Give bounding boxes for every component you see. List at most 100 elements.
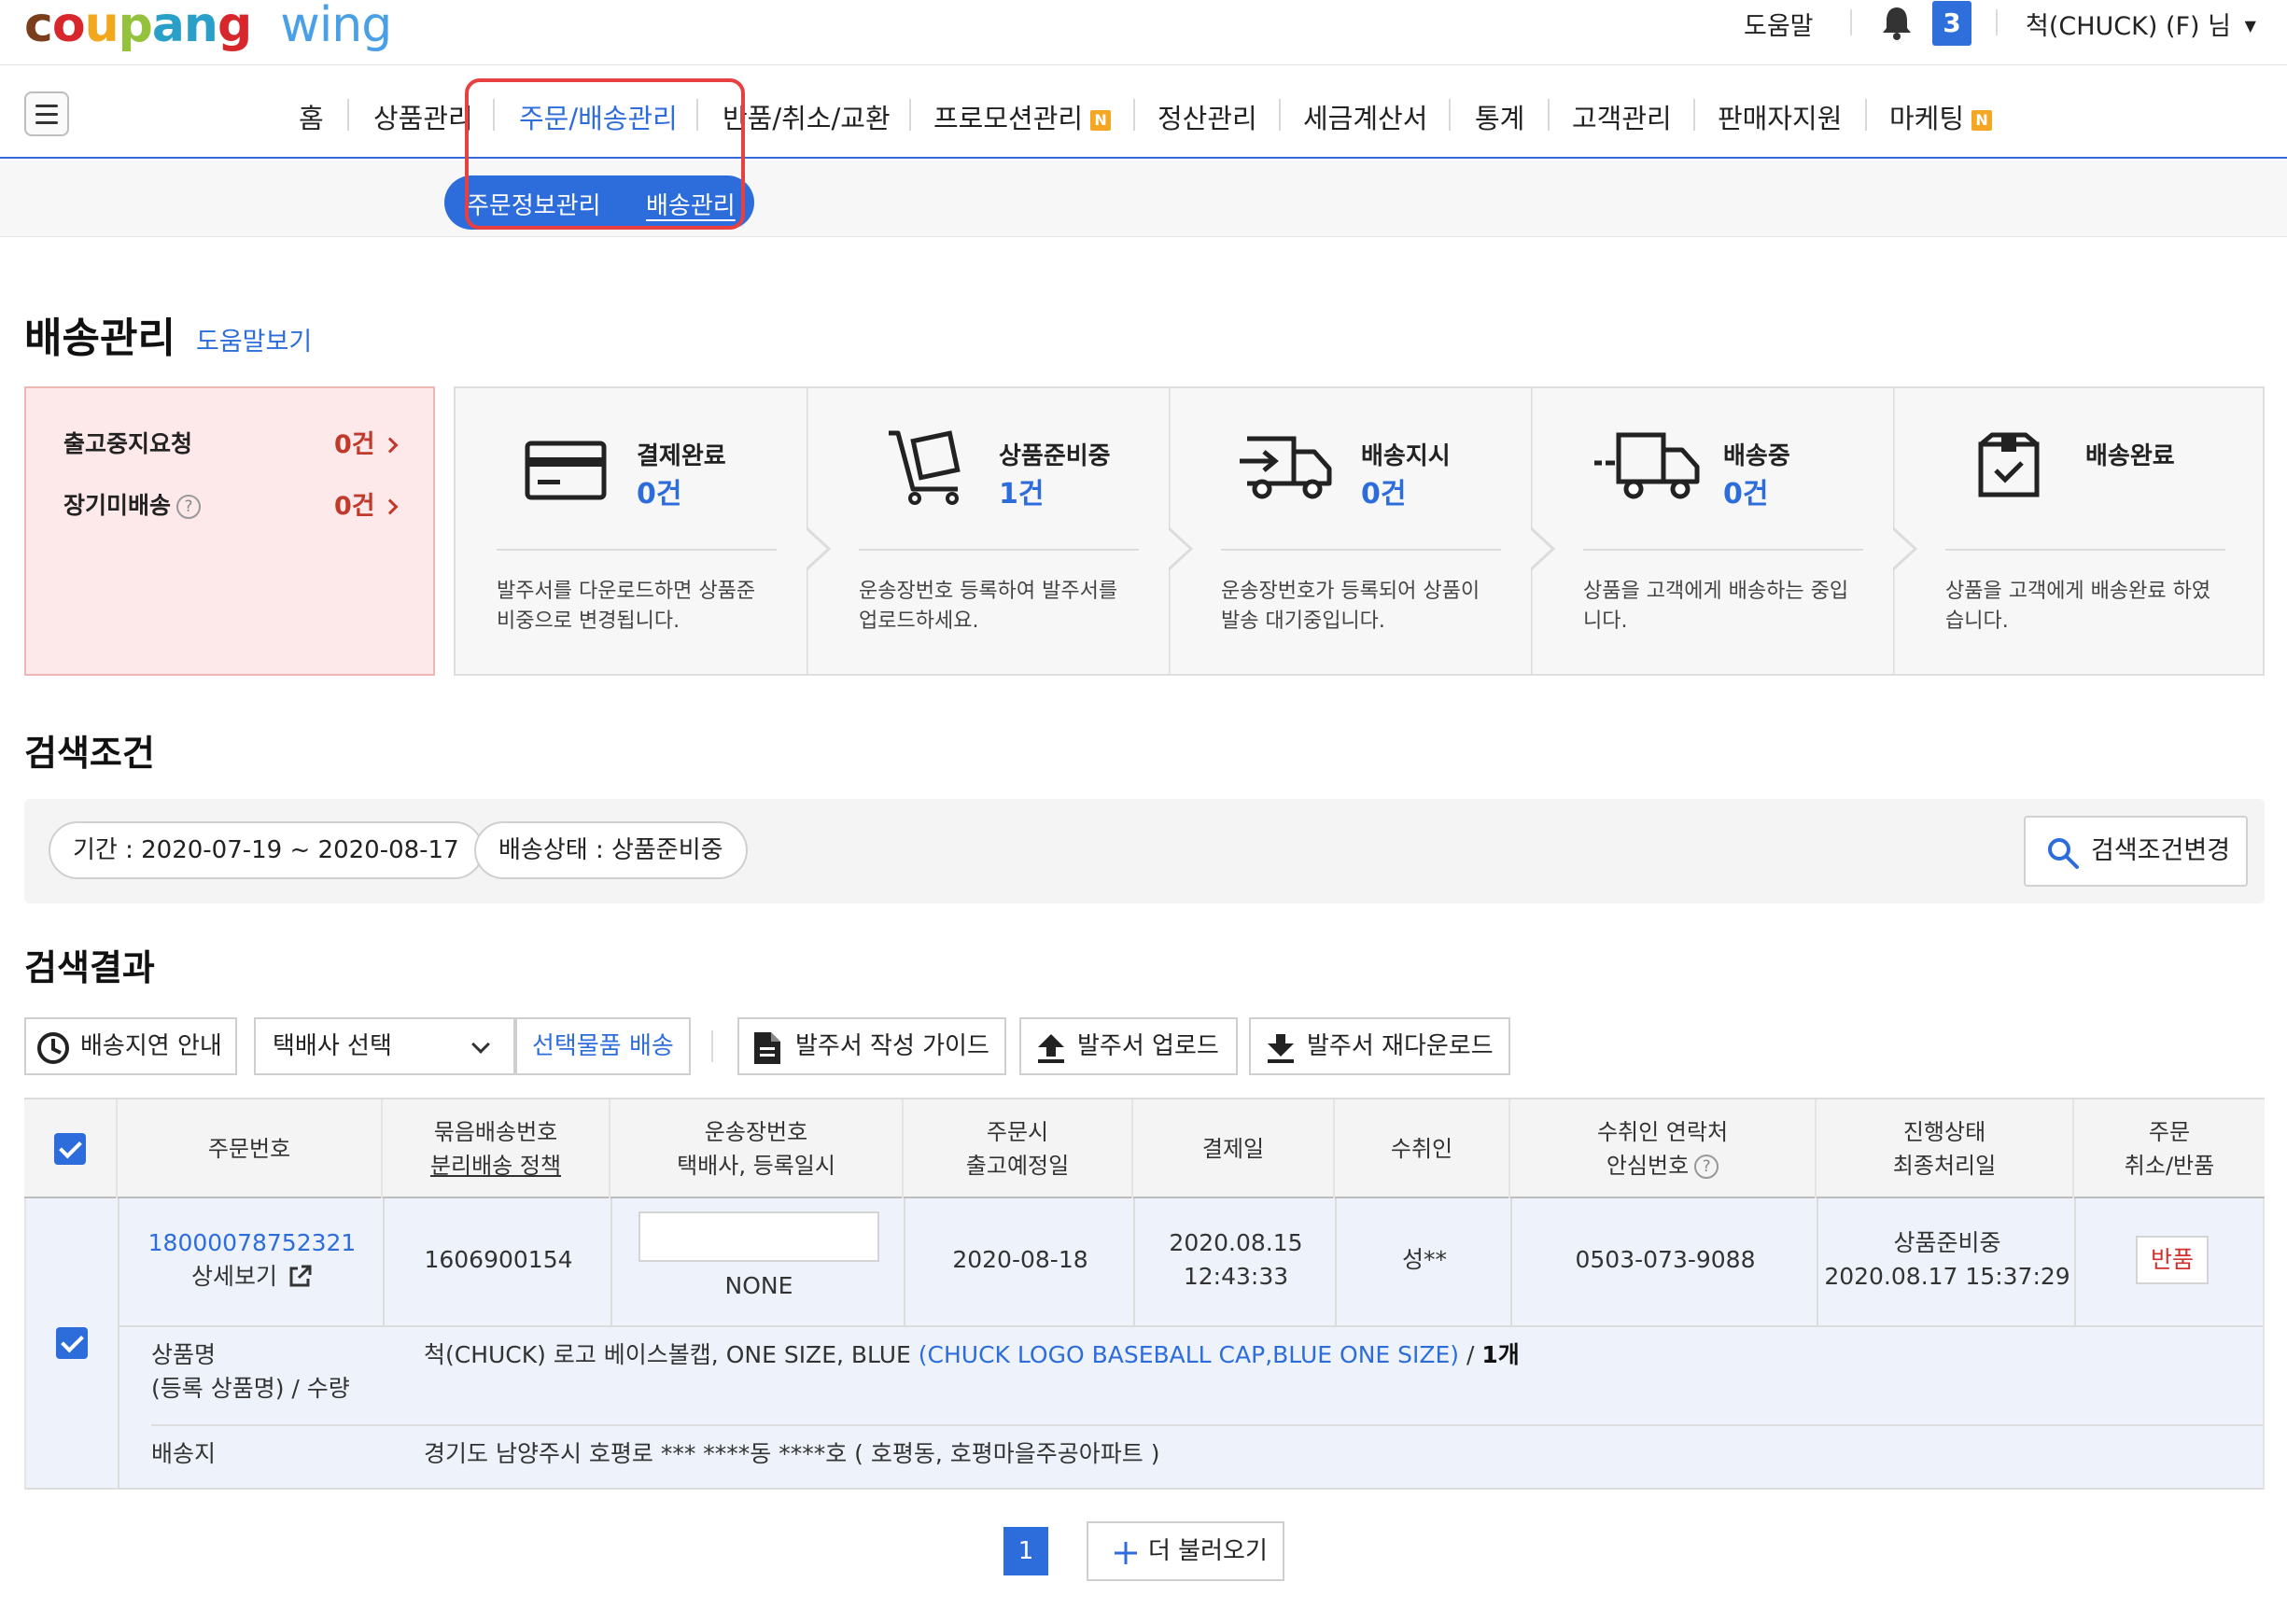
col-label: 진행상태 (1902, 1119, 1986, 1145)
alert-count-link[interactable]: 0건 (334, 485, 399, 522)
status-desc: 발주서를 다운로드하면 상품준 비중으로 변경됩니다. (497, 577, 755, 637)
status-desc: 운송장번호 등록하여 발주서를업로드하세요. (859, 577, 1117, 637)
new-badge: N (1971, 110, 1993, 131)
tracking-number-input[interactable] (638, 1211, 879, 1262)
product-quantity: 1개 (1481, 1341, 1520, 1368)
nav-tax-invoice[interactable]: 세금계산서 (1303, 97, 1427, 136)
help-icon[interactable]: ? (1694, 1155, 1719, 1179)
change-search-button[interactable]: 검색조건변경 (2024, 816, 2248, 887)
address-value: 경기도 남양주시 호평로 *** ****동 ****호 ( 호평동, 호평마을… (424, 1440, 1160, 1467)
return-button[interactable]: 반품 (2136, 1236, 2209, 1284)
search-conditions: 기간 : 2020-07-19 ~ 2020-08-17 배송상태 : 상품준비… (24, 799, 2265, 903)
plus-icon (1115, 1542, 1137, 1564)
divider (1850, 9, 1852, 35)
row-checkbox[interactable] (56, 1327, 88, 1359)
redownload-button[interactable]: 발주서 재다운로드 (1249, 1017, 1510, 1075)
status-title: 배송중 (1723, 442, 1790, 470)
nav-customer[interactable]: 고객관리 (1572, 97, 1672, 136)
desc-line: 비중으로 변경됩니다. (497, 609, 680, 633)
product-label-line: 상품명 (151, 1341, 217, 1368)
col-ship-date: 주문시출고예정일 (904, 1099, 1133, 1198)
delay-notice-button[interactable]: 배송지연 안내 (24, 1017, 237, 1075)
guide-button[interactable]: 발주서 작성 가이드 (737, 1017, 1006, 1075)
nav-statistics[interactable]: 통계 (1475, 97, 1524, 136)
redownload-label: 발주서 재다운로드 (1307, 1032, 1494, 1060)
truck-arrow-icon (1240, 436, 1332, 499)
product-label: 상품명 (등록 상품명) / 수량 (151, 1338, 350, 1406)
col-paid-date: 결제일 (1133, 1099, 1335, 1198)
page-title: 배송관리 (24, 315, 175, 362)
upload-button[interactable]: 발주서 업로드 (1019, 1017, 1238, 1075)
user-menu[interactable]: 척(CHUCK) (F) 님 ▼ (2026, 6, 2256, 42)
courier-select[interactable]: 택배사 선택 (254, 1017, 515, 1075)
select-all-checkbox[interactable] (54, 1133, 86, 1165)
help-icon[interactable]: ? (176, 495, 202, 519)
notification-badge[interactable]: 3 (1932, 1, 1971, 46)
status-desc: 운송장번호가 등록되어 상품이 발송 대기중입니다. (1221, 577, 1480, 637)
nav-home[interactable]: 홈 (299, 97, 324, 136)
menu-icon[interactable] (24, 91, 69, 136)
load-more-button[interactable]: 더 불러오기 (1087, 1521, 1284, 1581)
product-registered-name[interactable]: (CHUCK LOGO BASEBALL CAP,BLUE ONE SIZE) (919, 1341, 1459, 1368)
col-status: 진행상태 최종처리일 (1817, 1099, 2074, 1198)
desc-line: 니다. (1583, 609, 1628, 633)
courier-select-value: 택배사 선택 (273, 1032, 392, 1060)
bell-icon[interactable] (1880, 4, 1914, 41)
detail-link-label: 상세보기 (191, 1263, 278, 1290)
status-step[interactable]: 결제완료 0건 발주서를 다운로드하면 상품준 비중으로 변경됩니다. (456, 388, 818, 674)
search-icon (2048, 838, 2079, 869)
paid-date: 2020.08.15 (1169, 1229, 1303, 1256)
guide-label: 발주서 작성 가이드 (795, 1032, 989, 1060)
order-number-link[interactable]: 18000078752321 (119, 1226, 385, 1260)
col-label: 출고예정일 (965, 1153, 1070, 1179)
status-cell: 상품준비중 2020.08.17 15:37:29 (1818, 1226, 2076, 1294)
col-label: 취소/반품 (2124, 1153, 2215, 1179)
desc-line: 업로드하세요. (859, 609, 979, 633)
split-shipping-policy-link[interactable]: 분리배송 정책 (383, 1149, 609, 1183)
status-count: 0건 (1361, 478, 1407, 511)
col-label: 수취인 (1390, 1136, 1453, 1162)
status-date: 2020.08.17 15:37:29 (1824, 1263, 2070, 1290)
col-label: 결제일 (1201, 1136, 1265, 1162)
box-check-icon (1978, 432, 2040, 497)
status-step[interactable]: 배송중 0건 상품을 고객에게 배송하는 중입 니다. (1542, 388, 1904, 674)
status-chip[interactable]: 배송상태 : 상품준비중 (474, 821, 748, 879)
nav-settlement[interactable]: 정산관리 (1158, 97, 1257, 136)
results-section-title: 검색결과 (24, 947, 155, 988)
top-header: coupang wing 도움말 3 척(CHUCK) (F) 님 ▼ (0, 0, 2287, 65)
nav-returns[interactable]: 반품/취소/교환 (723, 97, 891, 136)
coupang-wing-logo[interactable]: coupang wing (24, 0, 392, 58)
address-label: 배송지 (151, 1440, 217, 1467)
page-number-current[interactable]: 1 (1003, 1527, 1048, 1575)
paid-time: 12:43:33 (1183, 1263, 1289, 1290)
desc-line: 운송장번호 등록하여 발주서를 (859, 580, 1118, 603)
status-step[interactable]: 배송지시 0건 운송장번호가 등록되어 상품이 발송 대기중입니다. (1180, 388, 1542, 674)
table-header: 주문번호 묶음배송번호 분리배송 정책 운송장번호 택배사, 등록일시 주문시 출고예… (24, 1098, 2265, 1198)
ship-date: 2020-08-18 (952, 1246, 1088, 1273)
col-recipient: 수취인 (1335, 1099, 1510, 1198)
courier-value: NONE (724, 1272, 793, 1299)
status-title: 결제완료 (637, 442, 726, 470)
ship-selected-button[interactable]: 선택물품 배송 (515, 1017, 691, 1075)
nav-promotion[interactable]: 프로모션관리 N (933, 97, 1112, 136)
highlight-annotation (465, 78, 745, 230)
new-badge: N (1090, 110, 1112, 131)
upload-icon (1038, 1034, 1064, 1063)
help-link[interactable]: 도움말 (1744, 6, 1814, 42)
help-view-link[interactable]: 도움말보기 (196, 321, 312, 357)
shipping-status-panel: 결제완료 0건 발주서를 다운로드하면 상품준 비중으로 변경됩니다. 상품준비중… (454, 386, 2265, 676)
nav-product-management[interactable]: 상품관리 (373, 97, 473, 136)
detail-link[interactable]: 상세보기 (191, 1263, 313, 1290)
status-step[interactable]: 상품준비중 1건 운송장번호 등록하여 발주서를 업로드하세요. (818, 388, 1180, 674)
divider (711, 1030, 713, 1062)
logo-main: coupang (24, 0, 252, 53)
nav-marketing[interactable]: 마케팅 N (1889, 97, 1993, 136)
alert-count: 0건 (334, 430, 375, 459)
period-chip[interactable]: 기간 : 2020-07-19 ~ 2020-08-17 (49, 821, 484, 879)
status-count: 0건 (1723, 478, 1769, 511)
alert-count-link[interactable]: 0건 (334, 424, 399, 460)
nav-seller-support[interactable]: 판매자지원 (1718, 97, 1842, 136)
col-label: 주문시 (986, 1119, 1049, 1145)
delay-notice-label: 배송지연 안내 (80, 1032, 222, 1060)
status-step[interactable]: 배송완료 상품을 고객에게 배송완료 하였 습니다. (1904, 388, 2265, 674)
